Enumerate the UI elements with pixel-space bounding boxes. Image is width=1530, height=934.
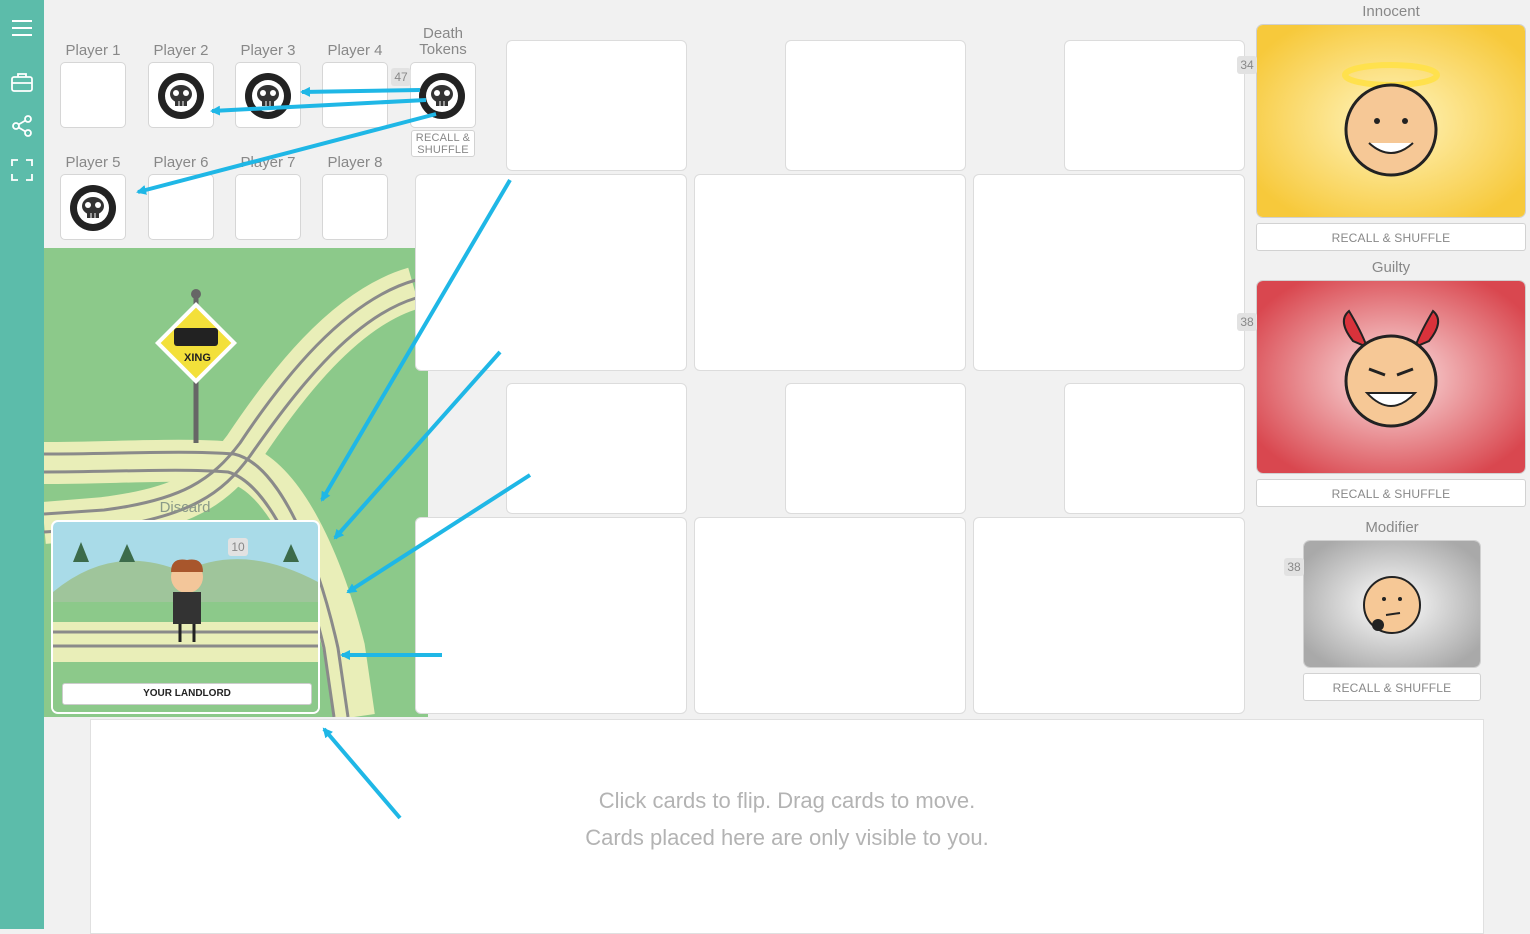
modifier-deck[interactable]: [1303, 540, 1481, 668]
discard-label: Discard: [159, 499, 211, 516]
player-6-slot[interactable]: [148, 174, 214, 240]
guilty-deck-count: 38: [1237, 313, 1257, 331]
board-slot-5[interactable]: [694, 174, 966, 371]
player-1-slot[interactable]: [60, 62, 126, 128]
death-token-player-2[interactable]: [157, 72, 205, 120]
board-slot-3[interactable]: [1064, 40, 1245, 171]
innocent-recall-button[interactable]: RECALL & SHUFFLE: [1256, 223, 1526, 251]
player-7-slot[interactable]: [235, 174, 301, 240]
board-slot-8[interactable]: [785, 383, 966, 514]
death-tokens-count: 47: [391, 68, 411, 86]
death-tokens-recall-button[interactable]: RECALL & SHUFFLE: [411, 130, 475, 157]
innocent-deck-count: 34: [1237, 56, 1257, 74]
board-slot-1[interactable]: [506, 40, 687, 171]
board-slot-6[interactable]: [973, 174, 1245, 371]
fullscreen-icon[interactable]: [10, 158, 34, 182]
board-slot-4[interactable]: [415, 174, 687, 371]
player-4-slot[interactable]: [322, 62, 388, 128]
board-slot-10[interactable]: [415, 517, 687, 714]
board-slot-9[interactable]: [1064, 383, 1245, 514]
modifier-deck-count: 38: [1284, 558, 1304, 576]
private-hand-area[interactable]: Click cards to flip. Drag cards to move.…: [90, 719, 1484, 934]
innocent-deck-label: Innocent: [1362, 3, 1420, 20]
player-5-label: Player 5: [65, 154, 121, 171]
player-6-label: Player 6: [153, 154, 209, 171]
death-tokens-label-line1: Death: [422, 25, 464, 42]
board-slot-11[interactable]: [694, 517, 966, 714]
board-slot-7[interactable]: [506, 383, 687, 514]
death-tokens-label-line2: Tokens: [419, 41, 467, 58]
discard-card-caption: YOUR LANDLORD: [62, 683, 312, 705]
player-8-slot[interactable]: [322, 174, 388, 240]
board-slot-2[interactable]: [785, 40, 966, 171]
share-icon[interactable]: [10, 114, 34, 138]
recall-line1: RECALL &: [415, 132, 471, 144]
sidebar: [0, 0, 44, 929]
guilty-recall-button[interactable]: RECALL & SHUFFLE: [1256, 479, 1526, 507]
player-3-label: Player 3: [240, 42, 296, 59]
player-4-label: Player 4: [327, 42, 383, 59]
discard-count: 10: [228, 538, 248, 556]
death-token-pile-icon[interactable]: [418, 72, 466, 120]
player-1-label: Player 1: [65, 42, 121, 59]
hand-instructions-line2: Cards placed here are only visible to yo…: [585, 825, 989, 850]
board-slot-12[interactable]: [973, 517, 1245, 714]
hand-instructions-line1: Click cards to flip. Drag cards to move.: [598, 788, 976, 813]
guilty-deck[interactable]: [1256, 280, 1526, 474]
guilty-deck-label: Guilty: [1371, 259, 1411, 276]
player-7-label: Player 7: [240, 154, 296, 171]
recall-line2: SHUFFLE: [417, 144, 469, 156]
innocent-deck[interactable]: [1256, 24, 1526, 218]
player-8-label: Player 8: [327, 154, 383, 171]
player-2-label: Player 2: [153, 42, 209, 59]
modifier-recall-button[interactable]: RECALL & SHUFFLE: [1303, 673, 1481, 701]
briefcase-icon[interactable]: [10, 70, 34, 94]
modifier-deck-label: Modifier: [1365, 519, 1419, 536]
death-token-player-3[interactable]: [244, 72, 292, 120]
crossing-sign-text: XING: [184, 352, 211, 364]
menu-icon[interactable]: [10, 16, 34, 40]
death-token-player-5[interactable]: [69, 184, 117, 232]
death-tokens-label: Death Tokens: [410, 26, 476, 58]
